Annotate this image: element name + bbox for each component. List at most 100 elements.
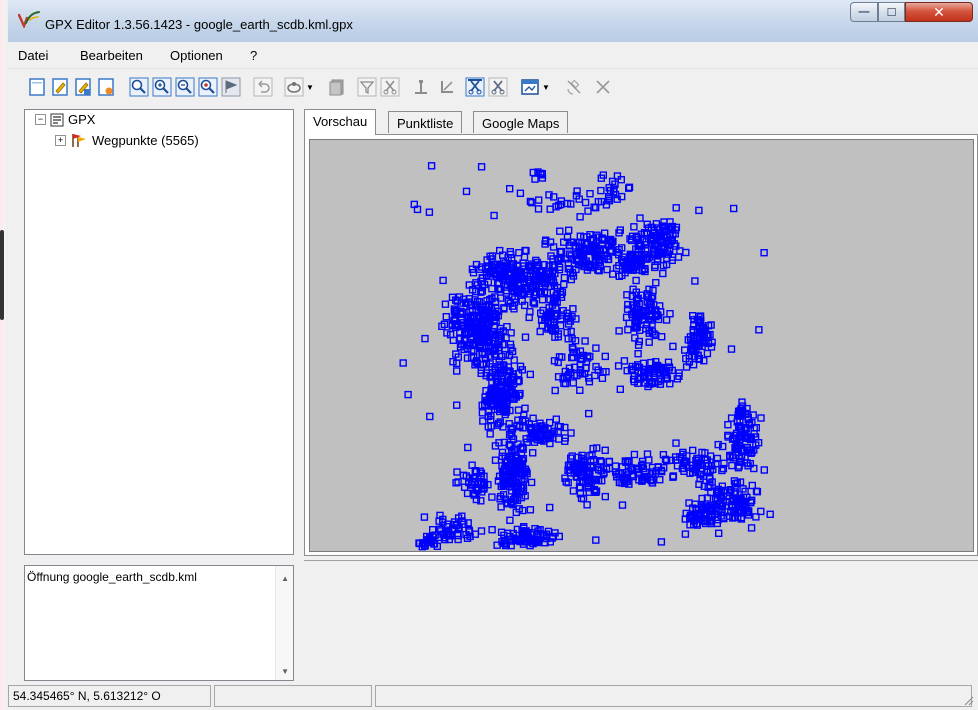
- waypoint-marker: [585, 409, 593, 418]
- waypoint-marker: [682, 248, 690, 257]
- close-button[interactable]: ✕: [905, 2, 973, 22]
- waypoint-marker: [634, 349, 642, 358]
- waypoint-marker: [420, 513, 429, 521]
- menu-bearbeiten[interactable]: Bearbeiten: [80, 48, 143, 63]
- waypoint-marker: [556, 227, 564, 235]
- save-file-button[interactable]: [72, 75, 94, 99]
- window-title: GPX Editor 1.3.56.1423 - google_earth_sc…: [45, 17, 353, 32]
- waypoint-marker: [443, 329, 451, 337]
- waypoint-marker: [425, 208, 434, 216]
- status-bar: 54.345465° N, 5.613212° O: [8, 683, 978, 710]
- waypoint-marker: [521, 404, 529, 412]
- chevron-down-icon: ▼: [306, 82, 314, 92]
- waypoint-marker: [564, 226, 573, 235]
- save-file-icon: [75, 78, 91, 96]
- new-file-button[interactable]: [26, 75, 48, 99]
- title-bar[interactable]: GPX Editor 1.3.56.1423 - google_earth_sc…: [8, 0, 978, 43]
- waypoint-marker: [666, 309, 674, 318]
- copy-button[interactable]: [326, 75, 348, 99]
- filter-button[interactable]: [356, 75, 378, 99]
- expand-icon[interactable]: +: [55, 134, 66, 146]
- waypoint-marker: [583, 501, 591, 509]
- tab-label: Google Maps: [482, 116, 560, 131]
- resize-grip-icon[interactable]: [962, 694, 974, 706]
- waypoint-marker: [630, 450, 639, 459]
- tree-node-label: Wegpunkte (5565): [92, 132, 199, 148]
- menu-optionen[interactable]: Optionen: [170, 48, 223, 63]
- waypoint-marker: [452, 359, 461, 368]
- waypoint-marker: [560, 280, 568, 289]
- cut-icon: [380, 77, 400, 97]
- image-dropdown-button[interactable]: ▼: [519, 75, 551, 99]
- tab-label: Vorschau: [313, 114, 368, 129]
- waypoint-marker: [454, 535, 462, 544]
- satellite-button[interactable]: [563, 75, 585, 99]
- waypoint-marker: [592, 344, 600, 352]
- waypoint-marker: [618, 501, 627, 509]
- waypoint-marker: [534, 196, 543, 204]
- delete-button[interactable]: [592, 75, 614, 99]
- tab-vorschau[interactable]: Vorschau: [304, 109, 377, 135]
- zoom-button[interactable]: [128, 75, 150, 99]
- menu-datei[interactable]: Datei: [18, 48, 48, 63]
- scroll-down-icon[interactable]: ▼: [281, 667, 289, 676]
- cut-selection-button[interactable]: [487, 75, 509, 99]
- collapse-icon[interactable]: −: [35, 114, 46, 125]
- waypoint-marker: [681, 530, 690, 538]
- background-edge: [0, 0, 8, 710]
- status-coordinates: 54.345465° N, 5.613212° O: [8, 685, 211, 707]
- app-logo-icon: [18, 11, 40, 28]
- zoom-in-button[interactable]: [151, 75, 173, 99]
- waypoint-marker: [669, 342, 677, 351]
- waypoint-marker: [662, 316, 671, 324]
- waypoint-markers: [399, 162, 774, 551]
- waypoint-marker: [491, 456, 500, 464]
- delete-icon: [596, 80, 610, 94]
- waypoint-marker: [586, 190, 594, 198]
- tab-punktliste[interactable]: Punktliste: [388, 111, 463, 133]
- split-button[interactable]: [410, 75, 432, 99]
- waypoint-marker: [581, 198, 590, 207]
- menu-bar: Datei Bearbeiten Optionen ?: [8, 42, 978, 69]
- join-button[interactable]: [436, 75, 458, 99]
- waypoint-marker: [639, 359, 648, 368]
- filter-icon: [357, 77, 377, 97]
- waypoint-marker: [691, 277, 699, 285]
- waypoint-marker: [624, 326, 632, 334]
- tree-panel[interactable]: − GPX + Wegpunkte (5565): [24, 109, 294, 555]
- undo-button[interactable]: [252, 75, 274, 99]
- tab-google-maps[interactable]: Google Maps: [473, 111, 569, 133]
- cut-button[interactable]: [379, 75, 401, 99]
- tree-node-gpx[interactable]: − GPX: [35, 112, 95, 127]
- waypoint-preview-map[interactable]: [309, 139, 974, 552]
- maximize-button[interactable]: ☐: [878, 2, 905, 22]
- tree-node-waypoints[interactable]: + Wegpunkte (5565): [55, 132, 199, 148]
- cut-track-button[interactable]: [464, 75, 486, 99]
- waypoint-marker: [643, 450, 652, 458]
- zoom-in-icon: [152, 77, 172, 97]
- menu-help[interactable]: ?: [250, 48, 257, 63]
- scroll-up-icon[interactable]: ▲: [281, 574, 289, 583]
- waypoint-marker: [601, 352, 609, 361]
- waypoint-marker: [486, 430, 494, 438]
- waypoint-marker: [521, 333, 530, 341]
- export-file-button[interactable]: [95, 75, 117, 99]
- vertical-splitter[interactable]: [296, 109, 300, 679]
- waypoint-marker: [526, 506, 535, 514]
- log-panel[interactable]: Öffnung google_earth_scdb.kml ▲ ▼: [24, 565, 294, 681]
- minimize-button[interactable]: —: [850, 2, 878, 22]
- waypoint-marker: [757, 414, 765, 422]
- flag-button[interactable]: [220, 75, 242, 99]
- gpx-file-icon: [50, 113, 64, 126]
- waypoint-dropdown-button[interactable]: ▼: [283, 75, 315, 99]
- log-scrollbar[interactable]: ▲ ▼: [275, 566, 293, 680]
- zoom-selection-button[interactable]: [197, 75, 219, 99]
- waypoint-marker: [505, 185, 514, 193]
- zoom-out-button[interactable]: [174, 75, 196, 99]
- waypoint-marker: [552, 415, 561, 423]
- open-file-button[interactable]: [49, 75, 71, 99]
- waypoint-marker: [715, 529, 723, 537]
- waypoint-marker: [636, 214, 644, 222]
- waypoint-marker: [569, 487, 578, 495]
- waypoint-marker: [564, 335, 572, 343]
